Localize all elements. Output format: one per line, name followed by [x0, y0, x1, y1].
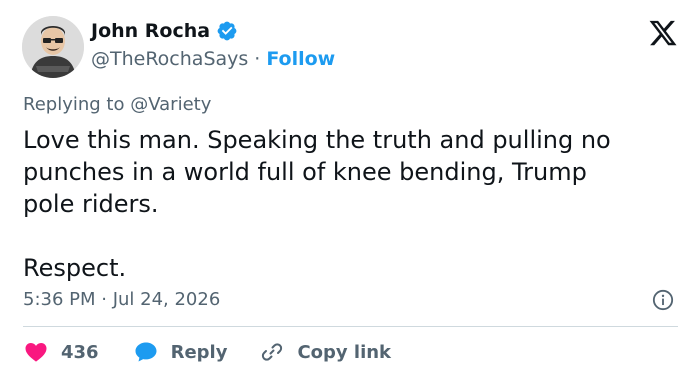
reply-label: Reply: [170, 341, 228, 363]
author-handle[interactable]: @TheRochaSays: [91, 48, 248, 70]
author-name-row: John Rocha: [91, 20, 238, 42]
author-name[interactable]: John Rocha: [91, 20, 210, 42]
x-logo-icon[interactable]: [648, 18, 678, 48]
divider: [23, 326, 678, 327]
avatar[interactable]: [22, 16, 84, 78]
link-icon: [262, 343, 283, 361]
follow-button[interactable]: Follow: [266, 48, 335, 70]
reply-target-link[interactable]: @Variety: [130, 94, 211, 115]
verified-badge-icon: [216, 20, 238, 42]
speech-bubble-icon: [135, 342, 157, 362]
tweet-timestamp[interactable]: 5:36 PM · Jul 24, 2026: [23, 289, 220, 310]
action-bar: 436 Reply Copy link: [23, 338, 391, 366]
reply-button[interactable]: Reply: [133, 340, 260, 364]
copy-link-button[interactable]: Copy link: [259, 340, 391, 364]
reply-prefix: Replying to: [23, 94, 125, 115]
like-count: 436: [61, 341, 99, 363]
info-icon[interactable]: [652, 289, 674, 311]
like-button[interactable]: 436: [23, 340, 133, 364]
heart-icon: [25, 343, 47, 362]
copy-link-label: Copy link: [297, 341, 392, 363]
author-handle-row: @TheRochaSays · Follow: [91, 48, 335, 70]
separator-dot: ·: [254, 48, 261, 70]
avatar-illustration: [22, 16, 84, 78]
reply-context: Replying to @Variety: [23, 94, 211, 115]
tweet-text: Love this man. Speaking the truth and pu…: [23, 126, 611, 282]
